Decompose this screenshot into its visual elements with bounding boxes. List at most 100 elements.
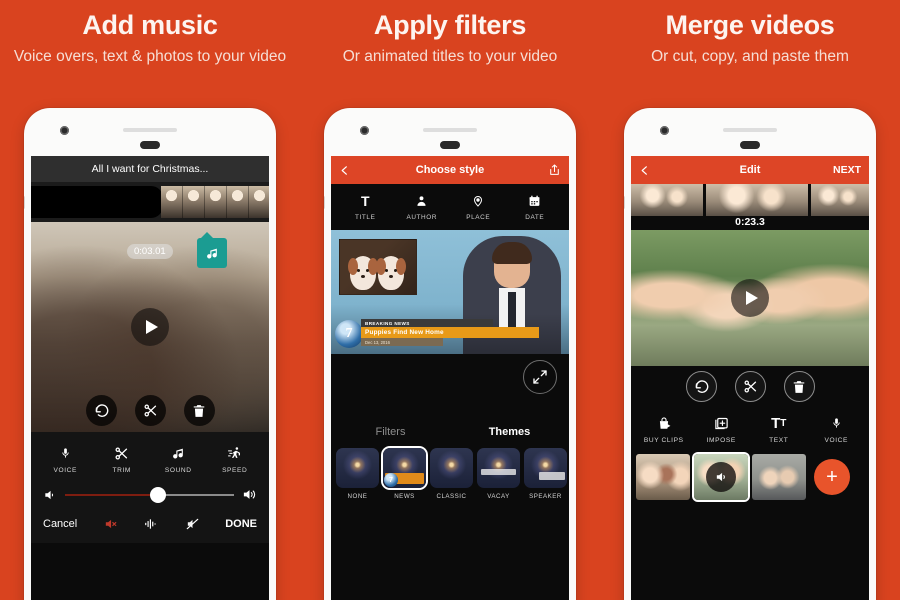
cancel-button[interactable]: Cancel xyxy=(43,518,77,530)
news-theme-preview[interactable]: 7 BREAKING NEWS Puppies Find New Home De… xyxy=(331,230,569,354)
phone-side-button xyxy=(324,196,325,209)
tool-text-label: TEXT xyxy=(769,437,789,444)
play-icon xyxy=(745,291,758,305)
play-button[interactable] xyxy=(131,308,169,346)
theme-item-speaker[interactable]: SPEAKER xyxy=(524,448,567,500)
back-button[interactable] xyxy=(339,156,350,184)
panel-apply-filters: Apply filters Or animated titles to your… xyxy=(300,0,600,600)
news-headline: Puppies Find New Home xyxy=(361,327,539,338)
theme-label: CLASSIC xyxy=(436,493,467,500)
cut-button[interactable] xyxy=(734,371,766,402)
tool-sound[interactable]: SOUND xyxy=(155,444,201,474)
sensor-pill xyxy=(440,141,460,149)
theme-thumbnail xyxy=(336,448,379,488)
play-icon xyxy=(145,320,158,334)
tool-text[interactable]: TT TEXT xyxy=(756,414,802,445)
scissors-icon xyxy=(114,444,129,462)
undo-button[interactable] xyxy=(85,395,117,426)
puppy-nose xyxy=(389,275,393,278)
clip-timeline[interactable]: 0:23.3 xyxy=(631,184,869,230)
clip-thumbnail[interactable] xyxy=(636,454,690,500)
puppy-eye xyxy=(357,269,360,272)
panel-1-title: Add music xyxy=(82,10,218,40)
next-button[interactable]: NEXT xyxy=(833,156,861,184)
tool-trim[interactable]: TRIM xyxy=(99,444,145,474)
mute-button[interactable] xyxy=(103,517,118,531)
theme-label: NEWS xyxy=(394,493,415,500)
tool-impose[interactable]: IMPOSE xyxy=(698,414,744,444)
phone-top-bezel xyxy=(324,108,576,156)
map-pin-icon xyxy=(472,192,484,209)
expand-area xyxy=(331,354,569,420)
mini-caption-bar xyxy=(481,469,516,475)
front-camera-icon xyxy=(360,126,369,135)
theme-item-classic[interactable]: CLASSIC xyxy=(430,448,473,500)
scissors-icon xyxy=(744,380,756,393)
volume-slider-fill xyxy=(65,493,158,496)
tab-filters[interactable]: Filters xyxy=(331,426,450,438)
style-tab-date[interactable]: DATE xyxy=(512,192,558,221)
clip-thumbnail-selected[interactable] xyxy=(694,454,748,500)
timeline-clip[interactable] xyxy=(706,184,808,216)
timeline-clip[interactable] xyxy=(811,184,869,216)
panel-3-heading-block: Merge videos Or cut, copy, and paste the… xyxy=(600,0,900,68)
video-preview-1[interactable]: 0:03.01 xyxy=(31,222,269,432)
tool-voice[interactable]: VOICE xyxy=(42,444,88,474)
delete-button[interactable] xyxy=(183,395,215,426)
editing-toolbar-3: BUY CLIPS IMPOSE TT TEXT VOICE + xyxy=(631,406,869,508)
tool-voice[interactable]: VOICE xyxy=(813,414,859,444)
style-tab-title[interactable]: T TITLE xyxy=(342,192,388,222)
audio-track-block[interactable] xyxy=(31,186,163,218)
phone-side-button xyxy=(24,196,25,209)
tool-speed[interactable]: SPEED xyxy=(212,444,258,474)
theme-item-none[interactable]: NONE xyxy=(336,448,379,500)
delete-button[interactable] xyxy=(783,371,815,402)
clip-thumbnail[interactable] xyxy=(752,454,806,500)
video-action-row-3 xyxy=(631,366,869,406)
volume-icon xyxy=(716,472,725,482)
theme-thumbnail-row[interactable]: NONE 7 NEWS CLASSIC VACAY SPEAKER xyxy=(331,442,569,508)
theme-thumbnail: 7 xyxy=(383,448,426,488)
share-button[interactable] xyxy=(548,156,561,184)
music-note-icon xyxy=(172,444,185,462)
circle-action-row xyxy=(631,371,869,402)
cut-button[interactable] xyxy=(134,395,166,426)
footer-row-1: Cancel DONE xyxy=(31,508,269,543)
done-button[interactable]: DONE xyxy=(225,518,257,530)
puppy-ear xyxy=(348,258,358,275)
clip-thumbnail-row[interactable]: + xyxy=(631,448,869,508)
sound-off-button[interactable] xyxy=(185,517,200,531)
back-button[interactable] xyxy=(639,156,650,184)
music-note-icon[interactable] xyxy=(197,232,227,268)
timeline-clip[interactable] xyxy=(631,184,703,216)
mute-indicator[interactable] xyxy=(706,462,736,492)
style-tab-author[interactable]: AUTHOR xyxy=(399,192,445,221)
theme-item-vacay[interactable]: VACAY xyxy=(477,448,520,500)
filmstrip-frame xyxy=(161,186,183,218)
runner-icon xyxy=(227,444,243,462)
waveform-button[interactable] xyxy=(143,517,159,531)
undo-button[interactable] xyxy=(685,371,717,402)
project-title: All I want for Christmas... xyxy=(91,163,209,175)
style-tab-place[interactable]: PLACE xyxy=(455,192,501,221)
volume-slider[interactable] xyxy=(65,486,234,503)
phone-side-button xyxy=(624,196,625,209)
add-clip-button[interactable]: + xyxy=(814,459,850,495)
tab-themes[interactable]: Themes xyxy=(450,426,569,438)
tool-buy-clips[interactable]: BUY CLIPS xyxy=(641,414,687,444)
video-preview-3[interactable] xyxy=(631,230,869,366)
video-filmstrip[interactable] xyxy=(161,186,269,218)
microphone-icon xyxy=(831,414,842,432)
expand-button[interactable] xyxy=(523,360,557,394)
earpiece-speaker xyxy=(723,128,777,132)
play-button[interactable] xyxy=(731,279,769,317)
theme-item-news[interactable]: 7 NEWS xyxy=(383,448,426,500)
volume-slider-knob[interactable] xyxy=(149,486,166,503)
panel-2-title: Apply filters xyxy=(373,10,527,40)
sensor-pill xyxy=(140,141,160,149)
undo-icon xyxy=(695,380,708,393)
theme-thumbnail xyxy=(477,448,520,488)
tool-buy-clips-label: BUY CLIPS xyxy=(643,437,684,444)
style-tab-place-label: PLACE xyxy=(466,214,491,221)
audio-timeline-strip[interactable] xyxy=(31,182,269,222)
